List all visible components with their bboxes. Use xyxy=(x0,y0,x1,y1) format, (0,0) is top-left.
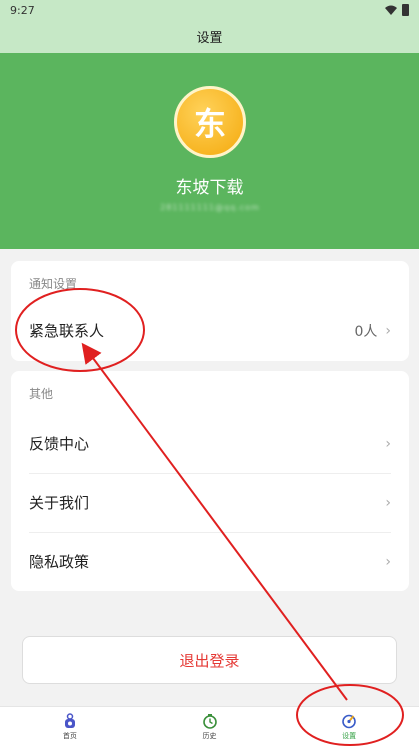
logout-button[interactable]: 退出登录 xyxy=(22,636,397,684)
avatar-char: 东 xyxy=(193,105,226,143)
chevron-right-icon: › xyxy=(385,435,391,452)
avatar[interactable]: 东 xyxy=(174,86,246,158)
logout-label: 退出登录 xyxy=(179,651,240,670)
nav-label: 首页 xyxy=(62,731,77,740)
nav-label: 设置 xyxy=(342,731,357,740)
page-title: 设置 xyxy=(196,31,223,46)
row-value: 0人 xyxy=(354,323,378,340)
status-icons xyxy=(385,4,409,16)
feedback-row[interactable]: 反馈中心 › xyxy=(11,414,409,473)
notify-settings-card: 通知设置 紧急联系人 0人 › xyxy=(11,261,409,361)
status-bar: 9:27 xyxy=(0,0,419,20)
history-icon xyxy=(202,713,217,729)
about-us-row[interactable]: 关于我们 › xyxy=(11,473,409,532)
nav-item-history[interactable]: 历史 xyxy=(140,707,280,746)
settings-icon xyxy=(342,714,356,728)
chevron-right-icon: › xyxy=(385,494,391,511)
section-title-other: 其他 xyxy=(29,387,54,401)
section-title-notify: 通知设置 xyxy=(29,277,78,291)
status-time: 9:27 xyxy=(10,3,35,17)
chevron-right-icon: › xyxy=(385,322,391,339)
profile-header: 东 东坡下载 281111111@qq.com xyxy=(0,53,419,249)
row-label: 关于我们 xyxy=(29,494,90,512)
emergency-contact-row[interactable]: 紧急联系人 0人 › xyxy=(11,301,409,360)
bottom-nav: 首页 历史 设置 xyxy=(0,706,419,746)
title-bar: 设置 xyxy=(0,20,419,53)
row-label: 反馈中心 xyxy=(29,435,90,453)
email-blurred: 281111111@qq.com xyxy=(160,203,260,212)
battery-icon xyxy=(402,4,409,16)
privacy-policy-row[interactable]: 隐私政策 › xyxy=(11,532,409,591)
nav-item-home[interactable]: 首页 xyxy=(0,707,140,746)
username: 东坡下载 xyxy=(175,178,244,198)
nav-label: 历史 xyxy=(202,731,217,740)
chevron-right-icon: › xyxy=(385,553,391,570)
row-label: 隐私政策 xyxy=(29,553,90,571)
other-card: 其他 反馈中心 › 关于我们 › 隐私政策 › xyxy=(11,371,409,591)
home-icon xyxy=(64,712,75,728)
row-label: 紧急联系人 xyxy=(29,322,105,340)
nav-item-settings[interactable]: 设置 xyxy=(279,707,419,746)
wifi-icon xyxy=(385,5,397,15)
